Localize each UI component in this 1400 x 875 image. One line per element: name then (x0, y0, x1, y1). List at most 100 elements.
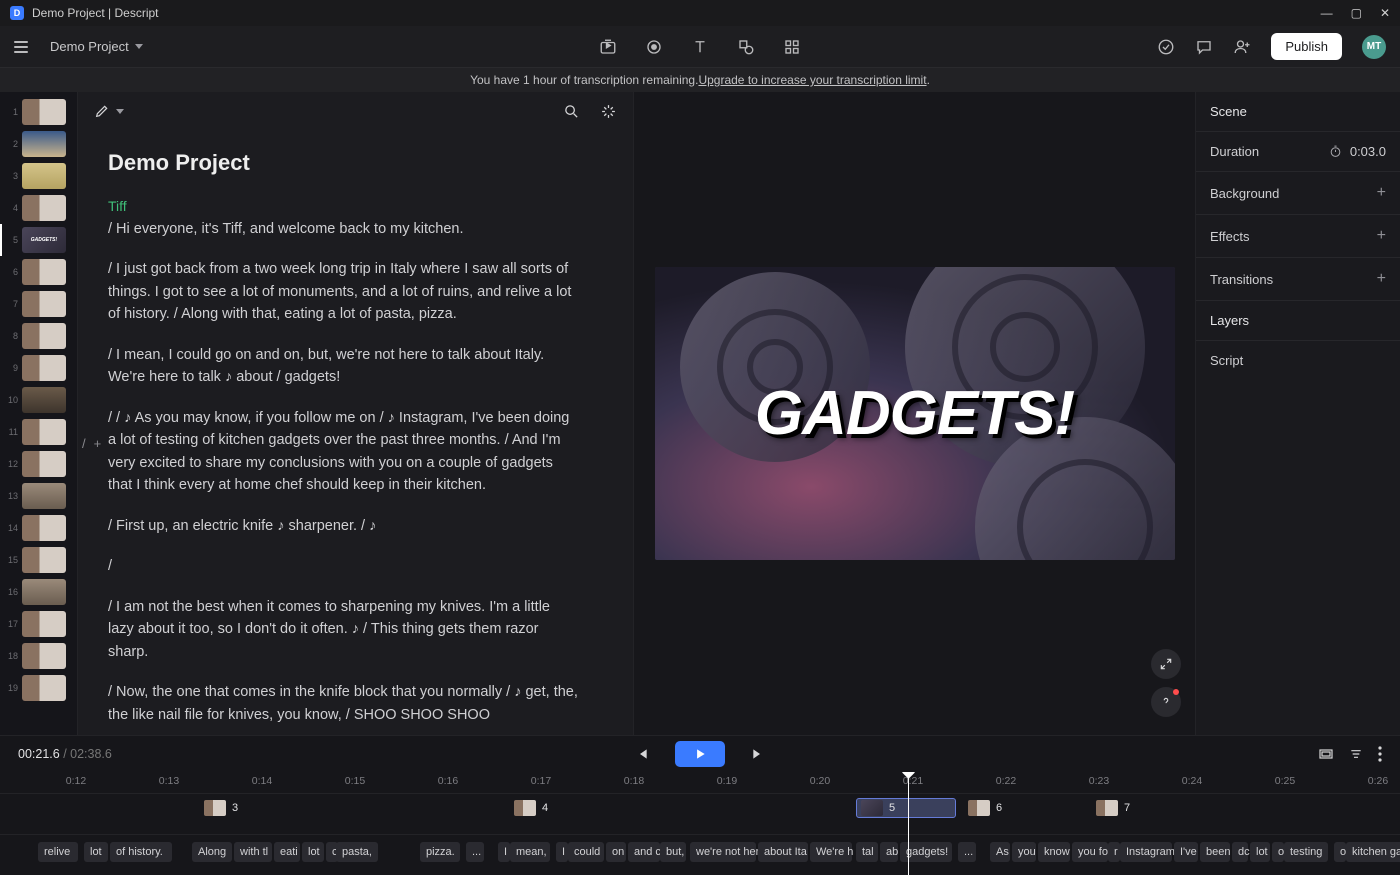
scene-thumb[interactable]: 6 (0, 256, 77, 288)
script-paragraph[interactable]: / First up, an electric knife ♪ sharpene… (108, 515, 578, 537)
scene-thumb[interactable]: 3 (0, 160, 77, 192)
scene-thumb[interactable]: 8 (0, 320, 77, 352)
scene-thumb[interactable]: 12 (0, 448, 77, 480)
clip-track[interactable]: 3 4 56 7 (0, 798, 1400, 824)
word-pill[interactable]: been (1200, 842, 1230, 862)
timeline-clip[interactable]: 6 (964, 798, 1006, 818)
transitions-row[interactable]: Transitions+ (1196, 258, 1400, 301)
word-pill[interactable]: o (1272, 842, 1284, 862)
script-paragraph[interactable]: / Now, the one that comes in the knife b… (108, 681, 578, 726)
add-icon[interactable]: + (94, 436, 102, 451)
word-pill[interactable]: but, (660, 842, 686, 862)
speaker-label[interactable]: Tiff (108, 198, 603, 214)
playhead[interactable] (908, 772, 909, 875)
scene-thumb[interactable]: 4 (0, 192, 77, 224)
layer-script[interactable]: Script (1196, 341, 1400, 380)
sparkle-icon[interactable] (600, 103, 617, 120)
menu-icon[interactable] (14, 41, 28, 53)
script-tool-dropdown[interactable] (94, 103, 124, 119)
word-pill[interactable]: Along (192, 842, 232, 862)
script-paragraph[interactable]: / / ♪ As you may know, if you follow me … (108, 407, 578, 497)
word-pill[interactable]: I (498, 842, 510, 862)
scene-rail[interactable]: 12345678910111213141516171819 (0, 92, 78, 735)
next-button[interactable] (743, 742, 773, 766)
scene-thumb[interactable]: 17 (0, 608, 77, 640)
word-pill[interactable]: relive (38, 842, 78, 862)
word-pill[interactable]: ... (958, 842, 976, 862)
effects-row[interactable]: Effects+ (1196, 215, 1400, 258)
word-pill[interactable]: we're not her (690, 842, 756, 862)
word-pill[interactable]: kitchen gadge (1346, 842, 1400, 862)
script-body[interactable]: Demo Project Tiff / Hi everyone, it's Ti… (78, 130, 633, 735)
word-pill[interactable]: of history. (110, 842, 172, 862)
script-paragraph[interactable]: / Hi everyone, it's Tiff, and welcome ba… (108, 218, 578, 240)
timeline-clip[interactable]: 4 (510, 798, 552, 818)
help-icon[interactable] (1151, 687, 1181, 717)
word-pill[interactable]: dc (1232, 842, 1248, 862)
word-pill[interactable]: lot (302, 842, 324, 862)
word-pill[interactable]: mean, (510, 842, 550, 862)
word-pill[interactable]: ... (466, 842, 484, 862)
scene-thumb[interactable]: 18 (0, 640, 77, 672)
word-pill[interactable]: ab (880, 842, 898, 862)
scene-thumb[interactable]: 5 (0, 224, 77, 256)
paragraph-gutter[interactable]: / + (82, 436, 101, 451)
word-pill[interactable]: with tl (234, 842, 272, 862)
video-preview[interactable]: GADGETS! (655, 267, 1175, 560)
shapes-icon[interactable] (737, 38, 755, 56)
record-icon[interactable] (645, 38, 663, 56)
templates-icon[interactable] (783, 38, 801, 56)
timeline-view-icon[interactable] (1318, 746, 1334, 762)
word-pill[interactable]: r (1108, 842, 1120, 862)
scene-thumb[interactable]: 10 (0, 384, 77, 416)
scene-thumb[interactable]: 1 (0, 96, 77, 128)
scene-thumb[interactable]: 9 (0, 352, 77, 384)
background-row[interactable]: Background+ (1196, 172, 1400, 215)
word-pill[interactable]: and c (628, 842, 660, 862)
scene-thumb[interactable]: 13 (0, 480, 77, 512)
scene-thumb[interactable]: 7 (0, 288, 77, 320)
plus-icon[interactable]: + (1377, 270, 1386, 288)
word-pill[interactable]: testing (1284, 842, 1328, 862)
timeline[interactable]: 0:120:130:140:150:160:170:180:190:200:21… (0, 772, 1400, 875)
word-pill[interactable]: on (606, 842, 626, 862)
plus-icon[interactable]: + (1377, 227, 1386, 245)
window-maximize-button[interactable]: ▢ (1351, 6, 1362, 20)
word-pill[interactable]: you (1012, 842, 1036, 862)
scene-thumb[interactable]: 14 (0, 512, 77, 544)
media-icon[interactable] (599, 38, 617, 56)
timeline-clip[interactable]: 3 (200, 798, 242, 818)
word-pill[interactable]: I've (1174, 842, 1198, 862)
avatar[interactable]: MT (1362, 35, 1386, 59)
word-pill[interactable]: could (568, 842, 604, 862)
scene-thumb[interactable]: 19 (0, 672, 77, 704)
word-pill[interactable]: know (1038, 842, 1070, 862)
word-pill[interactable]: lot (1250, 842, 1270, 862)
search-icon[interactable] (563, 103, 580, 120)
word-pill[interactable]: pasta, (336, 842, 378, 862)
timeline-clip[interactable]: 7 (1092, 798, 1134, 818)
check-circle-icon[interactable] (1157, 38, 1175, 56)
word-track[interactable]: relivelotof history.Alongwith tleatilotc… (0, 834, 1400, 868)
word-pill[interactable]: I (556, 842, 568, 862)
word-pill[interactable]: eati (274, 842, 300, 862)
word-pill[interactable]: lot (84, 842, 108, 862)
publish-button[interactable]: Publish (1271, 33, 1342, 60)
text-icon[interactable] (691, 38, 709, 56)
play-button[interactable] (675, 741, 725, 767)
timeline-clip[interactable]: 5 (856, 798, 956, 818)
comment-icon[interactable] (1195, 38, 1213, 56)
window-close-button[interactable]: ✕ (1380, 6, 1390, 20)
composition-title[interactable]: Demo Project (108, 150, 603, 176)
word-pill[interactable]: As (990, 842, 1010, 862)
project-dropdown[interactable]: Demo Project (50, 39, 143, 54)
prev-button[interactable] (627, 742, 657, 766)
window-minimize-button[interactable]: — (1321, 6, 1333, 20)
word-pill[interactable]: Instagram (1120, 842, 1172, 862)
word-pill[interactable]: tal (856, 842, 878, 862)
word-pill[interactable]: We're h (810, 842, 852, 862)
time-ruler[interactable]: 0:120:130:140:150:160:170:180:190:200:21… (0, 772, 1400, 794)
scene-thumb[interactable]: 16 (0, 576, 77, 608)
script-paragraph[interactable]: / (108, 555, 578, 577)
scene-thumb[interactable]: 2 (0, 128, 77, 160)
